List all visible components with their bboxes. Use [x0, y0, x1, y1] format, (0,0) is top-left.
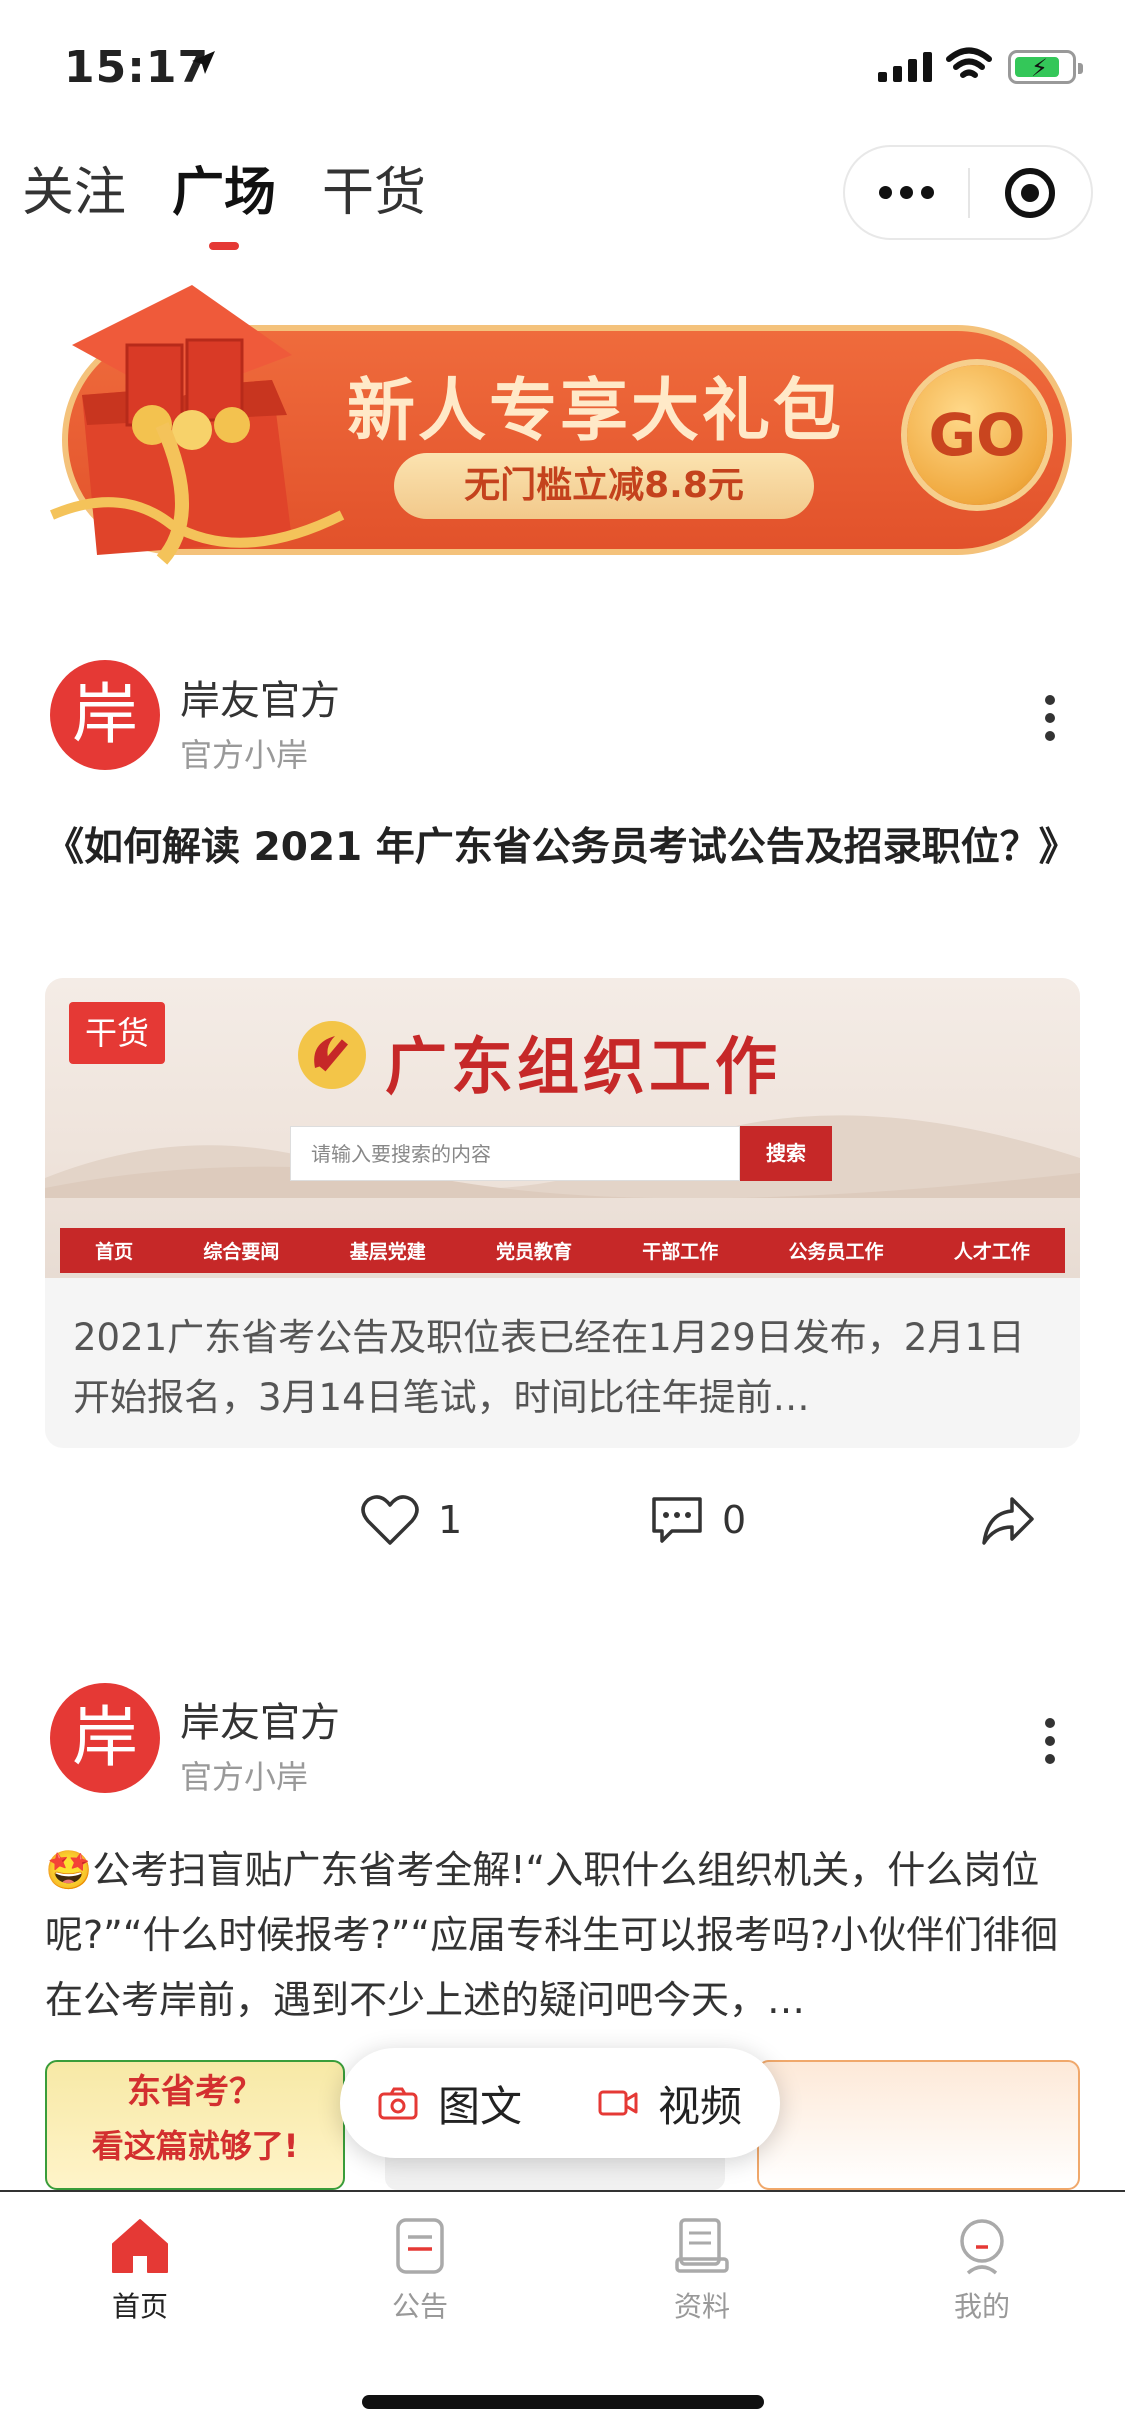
article-preview-card[interactable]: 广东组织工作 请输入要搜索的内容 搜索 首页 综合要闻 基层党建 党员教育 干部…	[45, 978, 1080, 1448]
comment-icon	[652, 1497, 702, 1543]
post-image-text: 东省考？	[127, 2072, 263, 2112]
image-text-label: 图文	[437, 2081, 522, 2131]
profile-icon	[960, 2219, 1004, 2275]
tab-dry-goods[interactable]: 干货	[322, 150, 426, 225]
post-body-text[interactable]: 🤩公考扫盲贴广东省考全解!“入职什么组织机关，什么岗位呢?”“什么时候报考?”“…	[45, 1838, 1085, 2033]
camera-icon	[378, 2087, 418, 2120]
top-tabs: 关注 广场 干货	[22, 150, 426, 250]
tabbar-item-announcements[interactable]: 公告	[350, 2217, 490, 2325]
miniprogram-capsule	[843, 145, 1093, 240]
newcomer-gift-banner[interactable]: 新人专享大礼包 无门槛立减8.8元 GO	[42, 285, 1072, 565]
post-image[interactable]	[757, 2060, 1080, 2190]
post-title[interactable]: 《如何解读 2021 年广东省公务员考试公告及招录职位？》	[45, 815, 1085, 881]
tabbar-item-home[interactable]: 首页	[70, 2217, 210, 2325]
status-bar: 15:17 ⚡	[0, 0, 1125, 132]
cover-nav-item: 综合要闻	[203, 1241, 280, 1263]
author-subtitle: 官方小岸	[180, 1758, 309, 1796]
gift-box-icon	[50, 285, 345, 565]
go-button[interactable]: GO	[907, 365, 1047, 505]
battery-icon: ⚡	[1008, 50, 1083, 84]
home-icon	[112, 2219, 168, 2273]
tabbar-label: 资料	[673, 2290, 730, 2323]
cover-site-title: 广东组织工作	[385, 1030, 782, 1103]
post-more-icon[interactable]	[1040, 1718, 1060, 1764]
cover-search-button: 搜索	[740, 1126, 832, 1181]
author-name[interactable]: 岸友官方	[180, 668, 340, 726]
video-camera-icon	[598, 2090, 638, 2116]
author-subtitle: 官方小岸	[180, 736, 309, 774]
avatar[interactable]: 岸	[50, 660, 160, 770]
announcement-icon	[396, 2218, 444, 2274]
post-video-button[interactable]: 视频	[598, 2073, 742, 2134]
video-label: 视频	[657, 2081, 742, 2131]
banner-subtitle: 无门槛立减8.8元	[394, 453, 814, 519]
wifi-icon	[946, 47, 992, 78]
heart-icon	[361, 1495, 419, 1545]
cover-nav-item: 党员教育	[495, 1241, 572, 1263]
cover-nav-item: 人才工作	[953, 1241, 1030, 1263]
more-menu-icon[interactable]	[845, 186, 968, 199]
post-actions: 1 0	[0, 1485, 1125, 1565]
avatar[interactable]: 岸	[50, 1683, 160, 1793]
cellular-signal-icon	[878, 50, 932, 82]
banner-title: 新人专享大礼包	[347, 372, 845, 451]
tab-plaza[interactable]: 广场	[172, 150, 277, 250]
tabbar-label: 我的	[953, 2290, 1010, 2323]
cover-nav-bar: 首页 综合要闻 基层党建 党员教育 干部工作 公务员工作 人才工作	[60, 1228, 1065, 1273]
category-tag: 干货	[69, 1002, 165, 1064]
post-more-icon[interactable]	[1040, 695, 1060, 741]
active-tab-indicator	[209, 242, 240, 250]
cover-search-input: 请输入要搜索的内容	[290, 1126, 740, 1181]
article-description: 2021广东省考公告及职位表已经在1月29日发布，2月1日开始报名，3月14日笔…	[73, 1316, 1025, 1419]
post-image[interactable]: 东省考？ 看这篇就够了!	[45, 2060, 345, 2190]
tabbar-item-profile[interactable]: 我的	[912, 2217, 1052, 2325]
cover-nav-item: 首页	[95, 1241, 134, 1263]
tabbar-label: 首页	[111, 2290, 168, 2323]
home-indicator[interactable]	[362, 2395, 764, 2409]
cover-nav-item: 基层党建	[349, 1241, 426, 1263]
share-button[interactable]	[980, 1495, 1036, 1547]
author-name[interactable]: 岸友官方	[180, 1690, 340, 1748]
like-button[interactable]: 1	[360, 1493, 462, 1547]
party-emblem-icon	[298, 1021, 366, 1089]
materials-icon	[675, 2218, 729, 2273]
tabbar-label: 公告	[391, 2290, 448, 2323]
article-cover-image: 广东组织工作 请输入要搜索的内容 搜索 首页 综合要闻 基层党建 党员教育 干部…	[45, 978, 1080, 1278]
post-image-text: 看这篇就够了!	[91, 2127, 299, 2165]
cover-nav-item: 公务员工作	[788, 1241, 884, 1263]
post-image-text-button[interactable]: 图文	[378, 2073, 522, 2134]
like-count: 1	[438, 1498, 463, 1542]
tabbar-item-materials[interactable]: 资料	[632, 2217, 772, 2325]
tab-follow[interactable]: 关注	[22, 150, 126, 225]
location-arrow-icon	[192, 51, 215, 74]
comment-count: 0	[722, 1498, 747, 1542]
comment-button[interactable]: 0	[650, 1493, 746, 1547]
cover-nav-item: 干部工作	[642, 1241, 719, 1263]
create-post-fab: 图文 视频	[340, 2048, 780, 2158]
tab-plaza-label: 广场	[172, 163, 277, 223]
share-icon	[982, 1497, 1034, 1545]
close-miniprogram-icon[interactable]	[970, 165, 1091, 221]
